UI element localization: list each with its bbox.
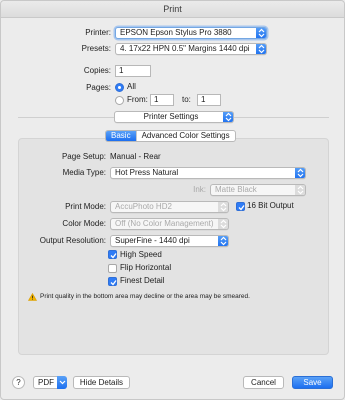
pages-from-radio[interactable] (115, 96, 124, 105)
media-type-label: Media Type: (62, 168, 106, 177)
high-speed-label: High Speed (120, 250, 162, 259)
presets-value: 4. 17x22 HPN 0.5" Margins 1440 dpi (120, 44, 250, 53)
finest-detail-checkbox[interactable] (108, 277, 117, 286)
media-type-popup[interactable]: Hot Press Natural (110, 167, 306, 179)
printer-value: EPSON Epson Stylus Pro 3880 (120, 28, 232, 37)
updown-chevron-icon (256, 44, 266, 54)
output-resolution-popup[interactable]: SuperFine - 1440 dpi (110, 235, 229, 247)
updown-chevron-icon (223, 112, 233, 122)
bit-output-label: 16 Bit Output (247, 201, 294, 210)
copies-field[interactable]: 1 (115, 65, 151, 77)
printer-popup[interactable]: EPSON Epson Stylus Pro 3880 (115, 27, 267, 39)
updown-chevron-icon (218, 236, 228, 246)
tab-advanced-color-settings[interactable]: Advanced Color Settings (137, 131, 235, 141)
section-popup[interactable]: Printer Settings (114, 111, 234, 123)
separator-right (234, 117, 329, 118)
chevron-down-icon (57, 376, 67, 389)
color-mode-value: Off (No Color Management) (115, 219, 214, 228)
updown-chevron-icon (256, 28, 266, 38)
printer-label: Printer: (85, 28, 111, 37)
hide-details-button[interactable]: Hide Details (73, 376, 130, 389)
window-title: Print (1, 1, 344, 18)
presets-label: Presets: (81, 44, 111, 53)
tab-bar: Basic Advanced Color Settings (105, 130, 236, 142)
high-speed-checkbox[interactable] (108, 250, 117, 259)
pages-label: Pages: (86, 83, 111, 92)
help-button[interactable]: ? (12, 376, 25, 389)
print-mode-popup[interactable]: AccuPhoto HD2 (110, 201, 229, 213)
save-button[interactable]: Save (292, 376, 333, 389)
pages-all-label: All (127, 82, 136, 91)
bit-output-checkbox[interactable] (236, 202, 245, 211)
pages-to-label: to: (182, 95, 191, 104)
warning-icon (27, 292, 38, 303)
copies-label: Copies: (83, 66, 111, 75)
ink-value: Matte Black (215, 185, 257, 194)
tab-basic[interactable]: Basic (106, 131, 137, 141)
section-popup-value: Printer Settings (143, 112, 199, 121)
output-resolution-value: SuperFine - 1440 dpi (115, 236, 190, 245)
ink-label: Ink: (193, 185, 206, 194)
print-mode-value: AccuPhoto HD2 (115, 202, 172, 211)
cancel-button[interactable]: Cancel (243, 376, 284, 389)
flip-horizontal-checkbox[interactable] (108, 264, 117, 273)
pages-from-field[interactable]: 1 (150, 94, 174, 106)
finest-detail-label: Finest Detail (120, 276, 165, 285)
color-mode-label: Color Mode: (62, 219, 106, 228)
page-setup-label: Page Setup: (61, 152, 106, 161)
pages-to-field[interactable]: 1 (197, 94, 221, 106)
warning-text: Print quality in the bottom area may dec… (40, 293, 250, 300)
pages-all-radio[interactable] (115, 83, 124, 92)
page-setup-value: Manual - Rear (110, 152, 161, 161)
updown-chevron-icon (295, 168, 305, 178)
updown-chevron-icon (218, 202, 228, 212)
pdf-label: PDF (38, 378, 54, 387)
ink-popup[interactable]: Matte Black (210, 184, 306, 196)
flip-horizontal-label: Flip Horizontal (120, 263, 172, 272)
output-resolution-label: Output Resolution: (39, 236, 106, 245)
pages-from-label: From: (127, 95, 148, 104)
presets-popup[interactable]: 4. 17x22 HPN 0.5" Margins 1440 dpi (115, 43, 267, 55)
separator-left (18, 117, 114, 118)
updown-chevron-icon (218, 219, 228, 229)
pdf-button[interactable]: PDF (33, 376, 67, 389)
updown-chevron-icon (295, 185, 305, 195)
print-dialog: Print Printer: EPSON Epson Stylus Pro 38… (0, 0, 345, 400)
media-type-value: Hot Press Natural (115, 168, 179, 177)
print-mode-label: Print Mode: (65, 202, 106, 211)
color-mode-popup[interactable]: Off (No Color Management) (110, 218, 229, 230)
